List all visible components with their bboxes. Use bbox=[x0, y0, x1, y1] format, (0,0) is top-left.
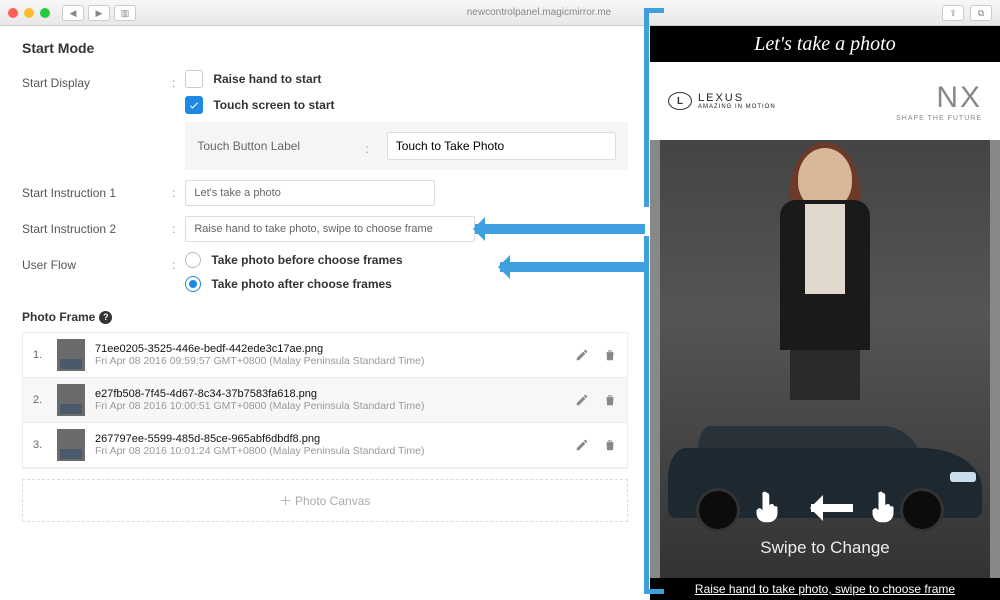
instruction2-input[interactable] bbox=[185, 216, 475, 242]
frame-date: Fri Apr 08 2016 09:59:57 GMT+0800 (Malay… bbox=[95, 355, 565, 367]
lexus-logo: L LEXUS AMAZING IN MOTION bbox=[668, 92, 776, 110]
instruction2-label: Start Instruction 2 bbox=[22, 216, 172, 242]
delete-icon[interactable] bbox=[603, 438, 617, 452]
annotation-connector bbox=[644, 8, 664, 13]
traffic-lights bbox=[8, 8, 50, 18]
flow-before-radio[interactable] bbox=[185, 252, 201, 268]
swipe-text: Swipe to Change bbox=[660, 538, 990, 558]
annotation-arrow bbox=[475, 224, 645, 234]
frame-date: Fri Apr 08 2016 10:00:51 GMT+0800 (Malay… bbox=[95, 400, 565, 412]
annotation-connector bbox=[644, 236, 649, 594]
frame-filename: 71ee0205-3525-446e-bedf-442ede3c17ae.png bbox=[95, 343, 565, 355]
touch-screen-checkbox[interactable] bbox=[185, 96, 203, 114]
preview-panel: Let's take a photo L LEXUS AMAZING IN MO… bbox=[650, 26, 1000, 600]
edit-icon[interactable] bbox=[575, 348, 589, 362]
preview-photo: Swipe to Change bbox=[660, 140, 990, 578]
start-display-label: Start Display bbox=[22, 70, 172, 170]
browser-titlebar: ◀ ▶ ▥ newcontrolpanel.magicmirror.me ⇪ ⧉ bbox=[0, 0, 1000, 26]
annotation-arrow bbox=[500, 262, 645, 272]
frame-row[interactable]: 2. e27fb508-7f45-4d67-8c34-37b7583fa618.… bbox=[23, 378, 627, 423]
preview-bottom-text: Raise hand to take photo, swipe to choos… bbox=[650, 578, 1000, 600]
user-flow-label: User Flow bbox=[22, 252, 172, 300]
frame-row[interactable]: 3. 267797ee-5599-485d-85ce-965abf6dbdf8.… bbox=[23, 423, 627, 468]
annotation-connector bbox=[644, 589, 664, 594]
touch-button-subpanel: Touch Button Label : bbox=[185, 122, 628, 170]
check-icon bbox=[188, 99, 200, 111]
flow-after-radio[interactable] bbox=[185, 276, 201, 292]
hand-icon bbox=[865, 488, 901, 528]
control-panel: Start Mode Start Display : Raise hand to… bbox=[0, 26, 650, 600]
help-icon[interactable]: ? bbox=[99, 311, 112, 324]
frame-thumbnail bbox=[57, 384, 85, 416]
touch-screen-label: Touch screen to start bbox=[213, 98, 334, 112]
preview-top-text: Let's take a photo bbox=[650, 26, 1000, 62]
minimize-window-icon[interactable] bbox=[24, 8, 34, 18]
flow-after-label: Take photo after choose frames bbox=[211, 277, 392, 291]
section-title: Start Mode bbox=[22, 40, 628, 56]
edit-icon[interactable] bbox=[575, 438, 589, 452]
tabs-button[interactable]: ⧉ bbox=[970, 5, 992, 21]
arrow-left-icon bbox=[797, 499, 853, 517]
frame-filename: 267797ee-5599-485d-85ce-965abf6dbdf8.png bbox=[95, 433, 565, 445]
add-photo-canvas-button[interactable]: ＋ Photo Canvas bbox=[22, 479, 628, 522]
share-button[interactable]: ⇪ bbox=[942, 5, 964, 21]
hand-icon bbox=[749, 488, 785, 528]
instruction1-input[interactable] bbox=[185, 180, 435, 206]
frame-thumbnail bbox=[57, 339, 85, 371]
forward-button[interactable]: ▶ bbox=[88, 5, 110, 21]
frame-filename: e27fb508-7f45-4d67-8c34-37b7583fa618.png bbox=[95, 388, 565, 400]
nx-logo: NX SHAPE THE FUTURE bbox=[896, 81, 982, 122]
maximize-window-icon[interactable] bbox=[40, 8, 50, 18]
edit-icon[interactable] bbox=[575, 393, 589, 407]
frame-date: Fri Apr 08 2016 10:01:24 GMT+0800 (Malay… bbox=[95, 445, 565, 457]
raise-hand-checkbox[interactable] bbox=[185, 70, 203, 88]
raise-hand-label: Raise hand to start bbox=[213, 72, 321, 86]
frame-list: 1. 71ee0205-3525-446e-bedf-442ede3c17ae.… bbox=[22, 332, 628, 469]
lexus-emblem-icon: L bbox=[668, 92, 692, 110]
delete-icon[interactable] bbox=[603, 348, 617, 362]
touch-button-input[interactable] bbox=[387, 132, 616, 160]
back-button[interactable]: ◀ bbox=[62, 5, 84, 21]
photo-frame-label: Photo Frame bbox=[22, 310, 95, 324]
address-bar[interactable]: newcontrolpanel.magicmirror.me bbox=[142, 7, 936, 18]
annotation-connector bbox=[644, 8, 649, 207]
instruction1-label: Start Instruction 1 bbox=[22, 180, 172, 206]
flow-before-label: Take photo before choose frames bbox=[211, 253, 402, 267]
close-window-icon[interactable] bbox=[8, 8, 18, 18]
sidebar-button[interactable]: ▥ bbox=[114, 5, 136, 21]
touch-button-caption: Touch Button Label bbox=[197, 139, 357, 153]
frame-row[interactable]: 1. 71ee0205-3525-446e-bedf-442ede3c17ae.… bbox=[23, 333, 627, 378]
delete-icon[interactable] bbox=[603, 393, 617, 407]
frame-thumbnail bbox=[57, 429, 85, 461]
plus-icon: ＋ bbox=[280, 494, 292, 508]
